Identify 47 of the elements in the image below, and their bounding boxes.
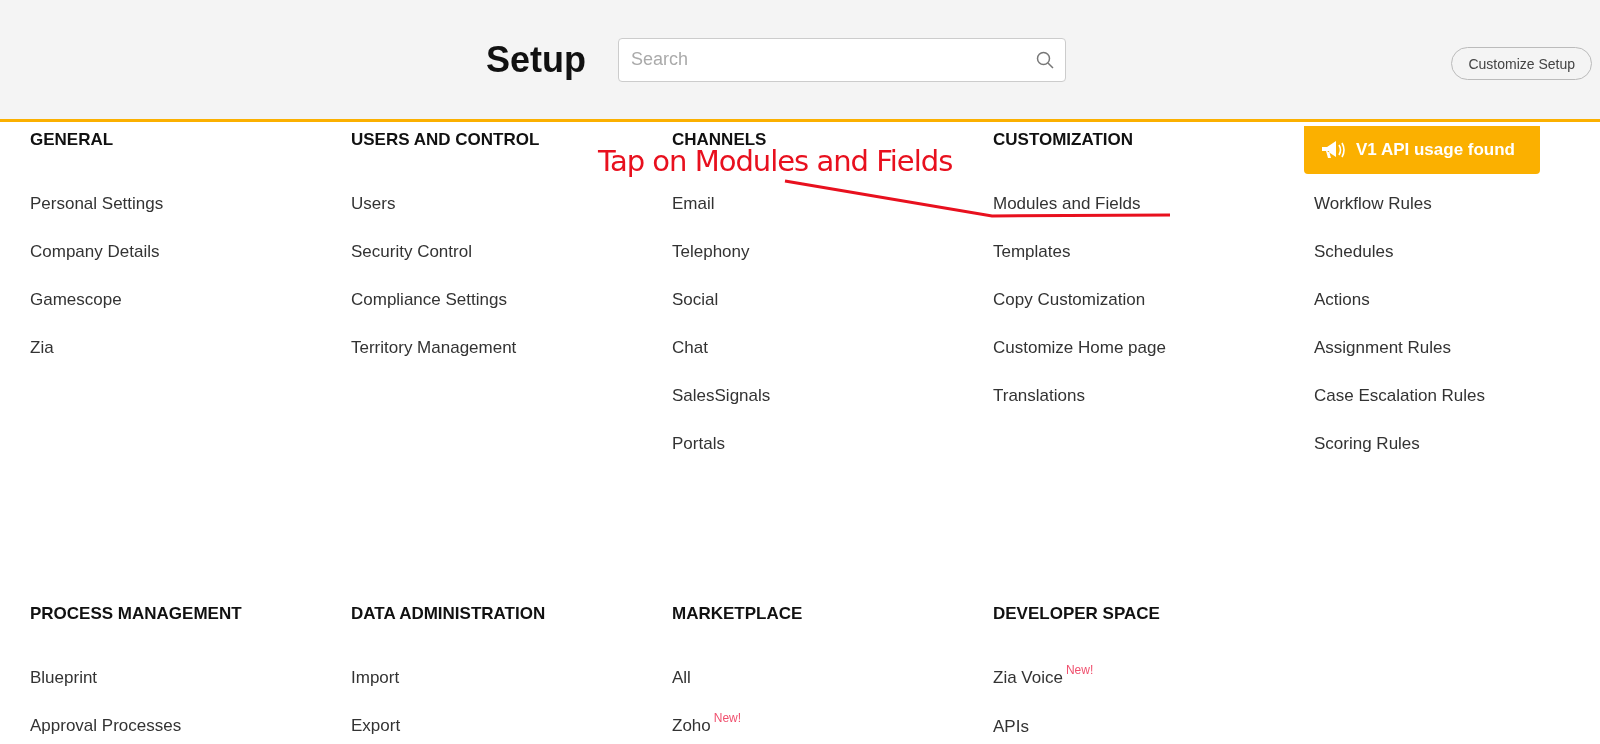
section-heading: DEVELOPER SPACE [993, 603, 1161, 625]
search-field[interactable]: Search [618, 37, 1066, 82]
setup-link[interactable]: Copy Customization [993, 288, 1146, 312]
setup-link[interactable]: Personal Settings [30, 192, 164, 216]
section-heading: MARKETPLACE [672, 603, 804, 625]
setup-link[interactable]: Actions [1314, 288, 1370, 312]
customize-setup-button[interactable]: Customize Setup [1451, 47, 1592, 80]
setup-link[interactable]: Export [351, 714, 401, 738]
section-heading: CUSTOMIZATION [993, 129, 1135, 151]
setup-link[interactable]: Modules and Fields [993, 192, 1141, 216]
setup-link[interactable]: Security Control [351, 240, 472, 264]
setup-link[interactable]: Import [351, 666, 400, 690]
setup-link[interactable]: Translations [993, 384, 1085, 408]
section-heading: USERS AND CONTROL [351, 129, 541, 151]
setup-link[interactable]: Approval Processes [30, 714, 182, 738]
setup-link[interactable]: Customize Home page [993, 336, 1166, 360]
setup-link[interactable]: Email [672, 192, 715, 216]
setup-link[interactable]: Chat [672, 336, 708, 360]
new-label: New! [1065, 663, 1094, 677]
setup-link[interactable]: Portals [672, 432, 725, 456]
setup-link[interactable]: Telephony [672, 240, 750, 264]
setup-link[interactable]: SalesSignals [672, 384, 771, 408]
setup-link[interactable]: APIs [993, 715, 1029, 739]
setup-link[interactable]: Users [351, 192, 396, 216]
setup-link[interactable]: Company Details [30, 240, 160, 264]
section-heading: DATA ADMINISTRATION [351, 603, 547, 625]
setup-link[interactable]: Zia Voice $^{New!}$ [993, 666, 1094, 691]
setup-link[interactable]: Zia [30, 336, 54, 360]
setup-link[interactable]: Assignment Rules [1314, 336, 1451, 360]
page-title: Setup [486, 38, 586, 81]
setup-link[interactable]: Workflow Rules [1314, 192, 1432, 216]
search-icon [1036, 50, 1054, 69]
setup-link[interactable]: Compliance Settings [351, 288, 507, 312]
megaphone-icon [1320, 139, 1346, 161]
section-heading: GENERAL [30, 129, 115, 151]
setup-link[interactable]: Blueprint [30, 666, 98, 690]
setup-link[interactable]: Schedules [1314, 240, 1394, 264]
section-heading: PROCESS MANAGEMENT [30, 603, 243, 625]
setup-link[interactable]: Templates [993, 240, 1071, 264]
setup-link[interactable]: Scoring Rules [1314, 432, 1420, 456]
setup-link[interactable]: Gamescope [30, 288, 122, 312]
new-label: New! [713, 711, 742, 725]
setup-link[interactable]: Case Escalation Rules [1314, 384, 1486, 408]
setup-link[interactable]: Zoho $^{New!}$ [672, 714, 742, 739]
setup-link[interactable]: Territory Management [351, 336, 517, 360]
setup-link[interactable]: Social [672, 288, 719, 312]
setup-link[interactable]: All [672, 666, 691, 690]
